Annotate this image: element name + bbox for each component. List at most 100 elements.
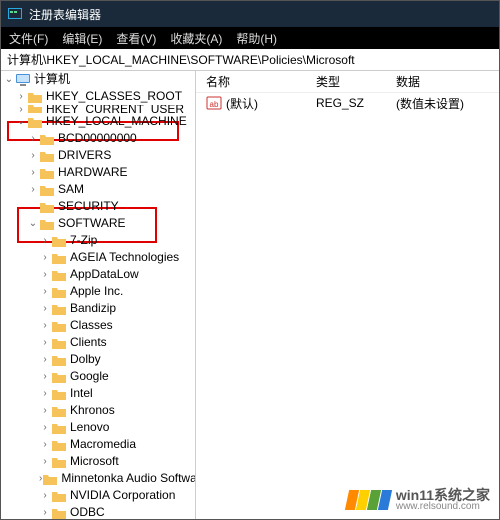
chevron-right-icon[interactable]: › <box>39 385 51 402</box>
values-pane[interactable]: 名称 类型 数据 ab (默认) REG_SZ (数值未设置) <box>196 71 499 519</box>
chevron-right-icon[interactable]: › <box>39 504 51 519</box>
tree-software[interactable]: ⌄SOFTWARE <box>1 215 195 232</box>
chevron-right-icon[interactable]: › <box>27 164 39 181</box>
content-area: ⌄ 计算机 ›HKEY_CLASSES_ROOT ›HKEY_CURRENT_U… <box>1 71 499 519</box>
tree-item[interactable]: ›Microsoft <box>1 453 195 470</box>
col-type[interactable]: 类型 <box>316 73 396 90</box>
folder-icon <box>39 149 55 163</box>
chevron-right-icon[interactable]: › <box>39 487 51 504</box>
titlebar[interactable]: 注册表编辑器 <box>1 1 499 27</box>
tree-root[interactable]: ⌄ 计算机 <box>1 71 195 88</box>
chevron-right-icon[interactable]: › <box>39 300 51 317</box>
tree-item-label: 7-Zip <box>70 232 97 249</box>
menu-help[interactable]: 帮助(H) <box>236 30 277 47</box>
folder-icon <box>39 132 55 146</box>
tree-item-label: NVIDIA Corporation <box>70 487 175 504</box>
app-icon <box>7 6 23 22</box>
folder-icon <box>39 217 55 231</box>
svg-text:ab: ab <box>210 100 219 109</box>
menu-view[interactable]: 查看(V) <box>116 30 156 47</box>
folder-icon <box>51 353 67 367</box>
tree-item[interactable]: ›ODBC <box>1 504 195 519</box>
tree-item[interactable]: ›AppDataLow <box>1 266 195 283</box>
value-type: REG_SZ <box>316 96 396 110</box>
tree-sam[interactable]: ›SAM <box>1 181 195 198</box>
chevron-right-icon[interactable]: › <box>27 130 39 147</box>
chevron-right-icon[interactable]: › <box>15 105 27 113</box>
tree-item[interactable]: › Apple Inc. <box>1 283 195 300</box>
tree-item[interactable]: › 7-Zip <box>1 232 195 249</box>
tree-hklm[interactable]: ⌄HKEY_LOCAL_MACHINE <box>1 113 195 130</box>
chevron-right-icon[interactable]: › <box>39 334 51 351</box>
chevron-right-icon[interactable]: › <box>27 181 39 198</box>
folder-icon <box>51 489 67 503</box>
chevron-right-icon[interactable]: › <box>39 283 51 300</box>
chevron-right-icon[interactable]: › <box>39 232 51 249</box>
chevron-right-icon[interactable]: › <box>39 351 51 368</box>
tree-item-label: Macromedia <box>70 436 136 453</box>
folder-icon <box>27 105 43 113</box>
chevron-right-icon[interactable]: › <box>39 453 51 470</box>
tree-item[interactable]: › Bandizip <box>1 300 195 317</box>
watermark: win11系统之家 www.relsound.com <box>343 486 494 514</box>
col-name[interactable]: 名称 <box>196 73 316 90</box>
tree-item[interactable]: ›Clients <box>1 334 195 351</box>
folder-icon <box>51 438 67 452</box>
tree-hardware[interactable]: ›HARDWARE <box>1 164 195 181</box>
chevron-down-icon[interactable]: ⌄ <box>15 113 27 130</box>
col-data[interactable]: 数据 <box>396 73 499 90</box>
chevron-down-icon[interactable]: ⌄ <box>3 71 15 88</box>
menu-edit[interactable]: 编辑(E) <box>62 30 102 47</box>
folder-icon <box>27 90 43 104</box>
tree-item[interactable]: › Khronos <box>1 402 195 419</box>
chevron-right-icon[interactable]: › <box>39 436 51 453</box>
tree-item-label: Classes <box>70 317 113 334</box>
tree-item[interactable]: ›Lenovo <box>1 419 195 436</box>
tree-drivers[interactable]: ›DRIVERS <box>1 147 195 164</box>
chevron-right-icon[interactable]: › <box>27 147 39 164</box>
tree-item-label: Khronos <box>70 402 115 419</box>
tree-item[interactable]: › AGEIA Technologies <box>1 249 195 266</box>
chevron-down-icon[interactable]: ⌄ <box>27 215 39 232</box>
chevron-right-icon[interactable]: › <box>39 266 51 283</box>
tree-item-label: Apple Inc. <box>70 283 123 300</box>
menu-favorites[interactable]: 收藏夹(A) <box>170 30 222 47</box>
tree-hkcr[interactable]: ›HKEY_CLASSES_ROOT <box>1 88 195 105</box>
tree-item[interactable]: ›Minnetonka Audio Software <box>1 470 195 487</box>
regedit-window: 注册表编辑器 文件(F) 编辑(E) 查看(V) 收藏夹(A) 帮助(H) 计算… <box>0 0 500 520</box>
tree-item[interactable]: › Macromedia <box>1 436 195 453</box>
tree-hkcu[interactable]: ›HKEY_CURRENT_USER <box>1 105 195 113</box>
menu-file[interactable]: 文件(F) <box>9 30 48 47</box>
value-data: (数值未设置) <box>396 95 499 112</box>
tree-root-label: 计算机 <box>34 71 70 88</box>
value-row[interactable]: ab (默认) REG_SZ (数值未设置) <box>196 93 499 113</box>
tree-item[interactable]: › Classes <box>1 317 195 334</box>
chevron-right-icon[interactable]: › <box>39 317 51 334</box>
address-bar[interactable]: 计算机\HKEY_LOCAL_MACHINE\SOFTWARE\Policies… <box>1 49 499 71</box>
tree-item-label: Bandizip <box>70 300 116 317</box>
tree-item[interactable]: › Dolby <box>1 351 195 368</box>
chevron-right-icon[interactable]: › <box>15 88 27 105</box>
folder-icon <box>51 387 67 401</box>
tree-pane[interactable]: ⌄ 计算机 ›HKEY_CLASSES_ROOT ›HKEY_CURRENT_U… <box>1 71 196 519</box>
folder-icon <box>51 285 67 299</box>
folder-icon <box>51 234 67 248</box>
tree-bcd[interactable]: ›BCD00000000 <box>1 130 195 147</box>
folder-icon <box>51 370 67 384</box>
folder-icon <box>51 251 67 265</box>
chevron-right-icon[interactable]: › <box>39 249 51 266</box>
tree-item-label: Dolby <box>70 351 101 368</box>
tree-item-label: AGEIA Technologies <box>70 249 179 266</box>
tree-item[interactable]: ›Google <box>1 368 195 385</box>
folder-icon <box>51 455 67 469</box>
tree-item-label: Minnetonka Audio Software <box>61 470 196 487</box>
tree-item[interactable]: › NVIDIA Corporation <box>1 487 195 504</box>
chevron-right-icon[interactable]: › <box>39 419 51 436</box>
folder-icon <box>51 319 67 333</box>
tree-security[interactable]: SECURITY <box>1 198 195 215</box>
tree-item[interactable]: ›Intel <box>1 385 195 402</box>
watermark-text: win11系统之家 <box>396 488 490 502</box>
chevron-right-icon[interactable]: › <box>39 402 51 419</box>
chevron-right-icon[interactable]: › <box>39 368 51 385</box>
folder-icon <box>51 302 67 316</box>
